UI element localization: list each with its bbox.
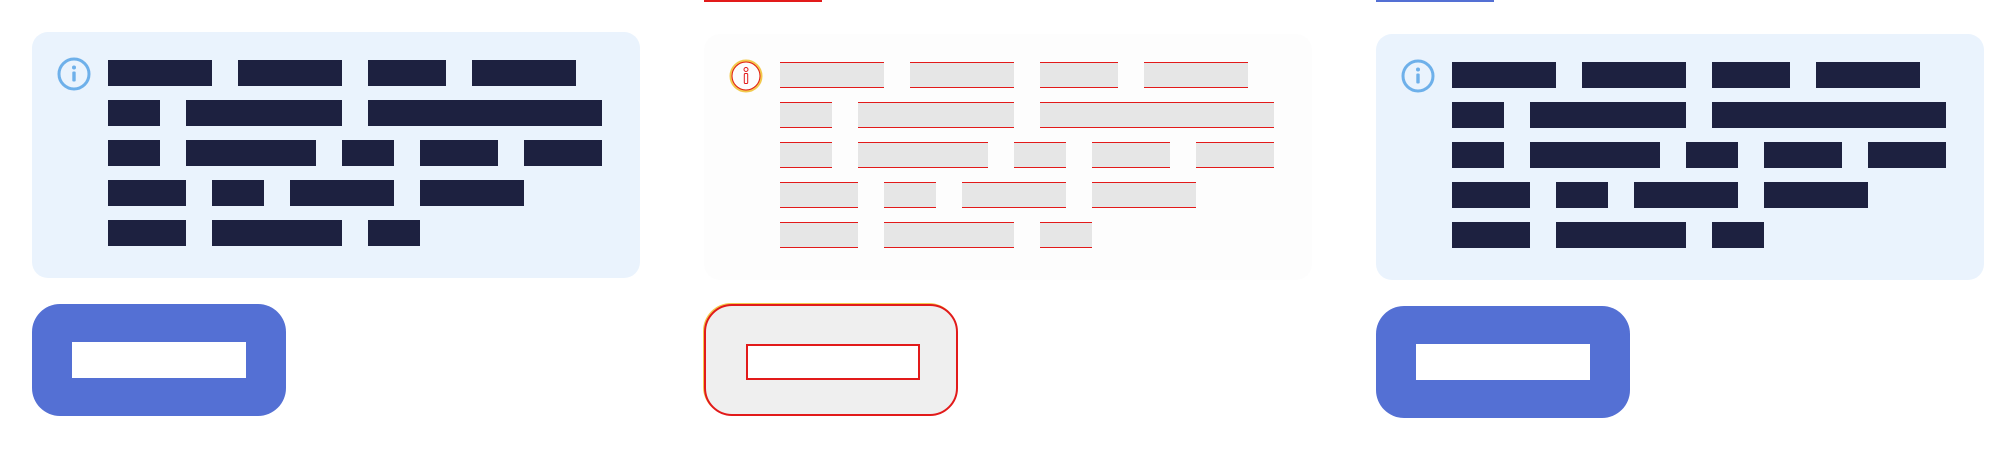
word-block — [858, 102, 1014, 128]
word-block — [1040, 222, 1092, 248]
info-icon — [729, 59, 763, 93]
word-block — [108, 100, 160, 126]
word-block — [1530, 102, 1686, 128]
word-block — [780, 222, 858, 248]
word-block — [368, 100, 602, 126]
word-block — [1452, 182, 1530, 208]
info-alert — [704, 34, 1312, 280]
word-block — [1196, 142, 1274, 168]
word-block — [1452, 142, 1504, 168]
word-block — [1556, 222, 1686, 248]
word-block — [368, 60, 446, 86]
word-block — [910, 62, 1014, 88]
word-block — [1764, 182, 1868, 208]
word-block — [858, 142, 988, 168]
top-rule — [1376, 0, 1494, 2]
word-block — [1686, 142, 1738, 168]
button-label — [746, 344, 920, 380]
info-alert — [32, 32, 640, 278]
button-label — [72, 342, 246, 378]
word-block — [1040, 62, 1118, 88]
word-block — [1530, 142, 1660, 168]
info-icon — [57, 57, 91, 91]
button-label — [1416, 344, 1590, 380]
panel-original — [0, 0, 672, 450]
word-block — [186, 140, 316, 166]
word-block — [1092, 182, 1196, 208]
panel-diff — [672, 0, 1344, 450]
info-alert — [1376, 34, 1984, 280]
word-block — [1452, 222, 1530, 248]
word-block — [780, 142, 832, 168]
word-block — [108, 180, 186, 206]
word-block — [108, 60, 212, 86]
word-block — [108, 140, 160, 166]
word-block — [212, 220, 342, 246]
word-block — [290, 180, 394, 206]
diff-top-rule — [704, 0, 822, 2]
word-block — [1712, 62, 1790, 88]
word-block — [186, 100, 342, 126]
word-block — [780, 182, 858, 208]
word-block — [108, 220, 186, 246]
word-block — [1634, 182, 1738, 208]
word-block — [1452, 102, 1504, 128]
word-block — [1040, 102, 1274, 128]
panel-updated — [1344, 0, 2016, 450]
word-block — [420, 180, 524, 206]
primary-button[interactable] — [32, 304, 286, 416]
word-block — [472, 60, 576, 86]
primary-button[interactable] — [1376, 306, 1630, 418]
word-block — [962, 182, 1066, 208]
word-block — [1452, 62, 1556, 88]
word-block — [1764, 142, 1842, 168]
primary-button[interactable] — [704, 304, 958, 416]
word-block — [1582, 62, 1686, 88]
word-block — [212, 180, 264, 206]
word-block — [342, 140, 394, 166]
word-block — [1556, 182, 1608, 208]
word-block — [1092, 142, 1170, 168]
word-block — [524, 140, 602, 166]
word-block — [1816, 62, 1920, 88]
word-block — [1712, 102, 1946, 128]
word-block — [1144, 62, 1248, 88]
info-icon — [1401, 59, 1435, 93]
word-block — [780, 62, 884, 88]
word-block — [1868, 142, 1946, 168]
word-block — [1712, 222, 1764, 248]
word-block — [368, 220, 420, 246]
word-block — [780, 102, 832, 128]
word-block — [1014, 142, 1066, 168]
word-block — [884, 222, 1014, 248]
word-block — [420, 140, 498, 166]
word-block — [884, 182, 936, 208]
word-block — [238, 60, 342, 86]
